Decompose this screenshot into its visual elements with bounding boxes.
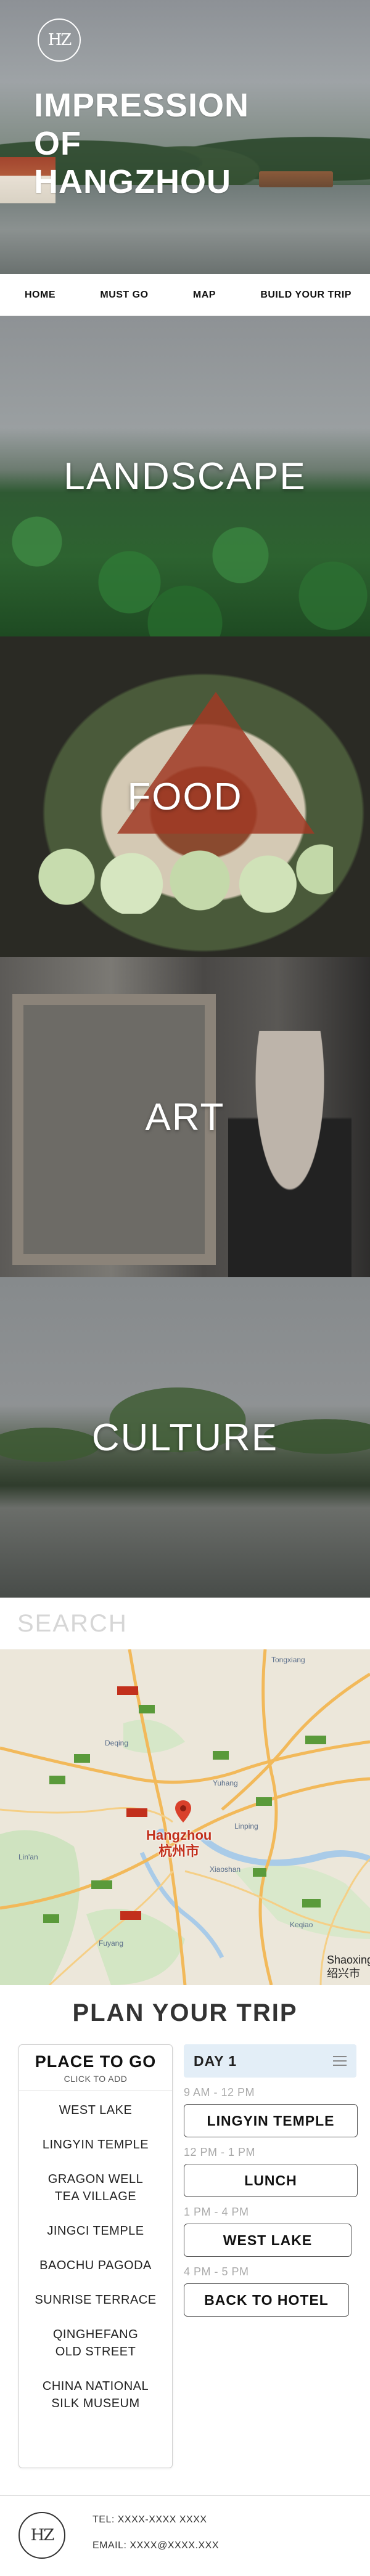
category-label: FOOD xyxy=(127,775,243,818)
hero-title-line: IMPRESSION xyxy=(34,87,250,124)
slot-time: 9 AM - 12 PM xyxy=(184,2086,255,2099)
place-item[interactable]: CHINA NATIONAL SILK MUSEUM xyxy=(28,2369,163,2421)
map-label: Lin'an xyxy=(18,1853,38,1861)
place-item[interactable]: SUNRISE TERRACE xyxy=(19,2283,172,2317)
hero-title: IMPRESSION OF HANGZHOU xyxy=(34,86,293,201)
nav-home[interactable]: HOME xyxy=(25,290,56,301)
category-tile-food[interactable]: FOOD xyxy=(0,636,370,957)
slot-item-button[interactable]: LUNCH xyxy=(184,2164,358,2197)
place-list-subtitle: CLICK TO ADD xyxy=(64,2074,128,2084)
site-logo[interactable]: HZ xyxy=(38,18,81,62)
menu-icon[interactable] xyxy=(333,2056,347,2066)
plan-title: PLAN YOUR TRIP xyxy=(72,1999,298,2026)
main-nav: HOME MUST GO MAP BUILD YOUR TRIP xyxy=(0,274,370,316)
hero-banner: HZ IMPRESSION OF HANGZHOU xyxy=(0,0,370,274)
nav-map[interactable]: MAP xyxy=(193,290,216,301)
map-nearby-city: Shaoxing 绍兴市 xyxy=(327,1953,370,1980)
dish-garnish-image xyxy=(37,840,333,914)
slot-item-button[interactable]: LINGYIN TEMPLE xyxy=(184,2104,358,2137)
category-label: ART xyxy=(145,1095,225,1139)
place-item[interactable]: BAOCHU PAGODA xyxy=(19,2248,172,2283)
place-list-title: PLACE TO GO xyxy=(35,2052,157,2071)
day-header: DAY 1 xyxy=(184,2044,356,2078)
map-pin-icon[interactable] xyxy=(175,1800,191,1822)
place-item[interactable]: JINGCI TEMPLE xyxy=(19,2214,172,2248)
map-label: Deqing xyxy=(105,1739,129,1747)
footer-email: EMAIL: XXXX@XXXX.XXX xyxy=(92,2540,219,2551)
place-item[interactable]: WEST LAKE xyxy=(19,2093,172,2127)
place-item[interactable]: QINGHEFANG OLD STREET xyxy=(43,2317,148,2369)
category-label: LANDSCAPE xyxy=(64,455,306,498)
search-input[interactable] xyxy=(17,1609,326,1638)
slot-item-button[interactable]: BACK TO HOTEL xyxy=(184,2283,349,2317)
person-image xyxy=(228,1031,352,1277)
category-tile-art[interactable]: ART xyxy=(0,957,370,1277)
nav-build-your-trip[interactable]: BUILD YOUR TRIP xyxy=(260,290,352,301)
map-label: Yuhang xyxy=(213,1779,238,1787)
map-label: Linping xyxy=(234,1822,258,1830)
place-item[interactable]: GRAGON WELL TEA VILLAGE xyxy=(34,2162,157,2214)
hero-title-line: HANGZHOU xyxy=(34,163,231,200)
slot-time: 12 PM - 1 PM xyxy=(184,2146,256,2158)
map[interactable]: Tongxiang Linping Yuhang Xiaoshan Fuyang… xyxy=(0,1649,370,1985)
search-bar xyxy=(0,1598,370,1649)
map-city-name: Hangzhou xyxy=(146,1827,212,1843)
category-label: CULTURE xyxy=(91,1416,279,1459)
place-list-header: PLACE TO GO CLICK TO ADD xyxy=(19,2045,172,2090)
slot-time: 1 PM - 4 PM xyxy=(184,2206,249,2218)
map-center-city: Hangzhou 杭州市 xyxy=(146,1827,212,1859)
footer-tel: TEL: XXXX-XXXX XXXX xyxy=(92,2514,207,2525)
category-tile-culture[interactable]: CULTURE xyxy=(0,1277,370,1598)
lotus-leaves-image xyxy=(0,501,370,636)
map-city-name-cn: 绍兴市 xyxy=(327,1967,360,1980)
place-item[interactable]: LINGYIN TEMPLE xyxy=(19,2127,172,2162)
map-label: Fuyang xyxy=(99,1939,124,1948)
slot-time: 4 PM - 5 PM xyxy=(184,2265,249,2278)
place-list: WEST LAKE LINGYIN TEMPLE GRAGON WELL TEA… xyxy=(19,2090,172,2423)
footer-logo[interactable]: HZ xyxy=(18,2512,65,2559)
category-tile-landscape[interactable]: LANDSCAPE xyxy=(0,316,370,636)
map-city-name-cn: 杭州市 xyxy=(158,1843,200,1859)
map-label: Keqiao xyxy=(290,1920,313,1929)
slot-item-button[interactable]: WEST LAKE xyxy=(184,2224,352,2257)
footer: HZ TEL: XXXX-XXXX XXXX EMAIL: XXXX@XXXX.… xyxy=(0,2495,370,2576)
day-title: DAY 1 xyxy=(194,2052,237,2069)
map-label: Tongxiang xyxy=(271,1656,305,1664)
map-city-name: Shaoxing xyxy=(327,1954,370,1966)
day-plan-panel: DAY 1 9 AM - 12 PM LINGYIN TEMPLE 12 PM … xyxy=(184,2044,358,2317)
map-label: Xiaoshan xyxy=(210,1865,241,1874)
place-list-panel: PLACE TO GO CLICK TO ADD WEST LAKE LINGY… xyxy=(18,2044,173,2468)
hero-title-line: OF xyxy=(34,125,81,162)
nav-must-go[interactable]: MUST GO xyxy=(100,290,148,301)
